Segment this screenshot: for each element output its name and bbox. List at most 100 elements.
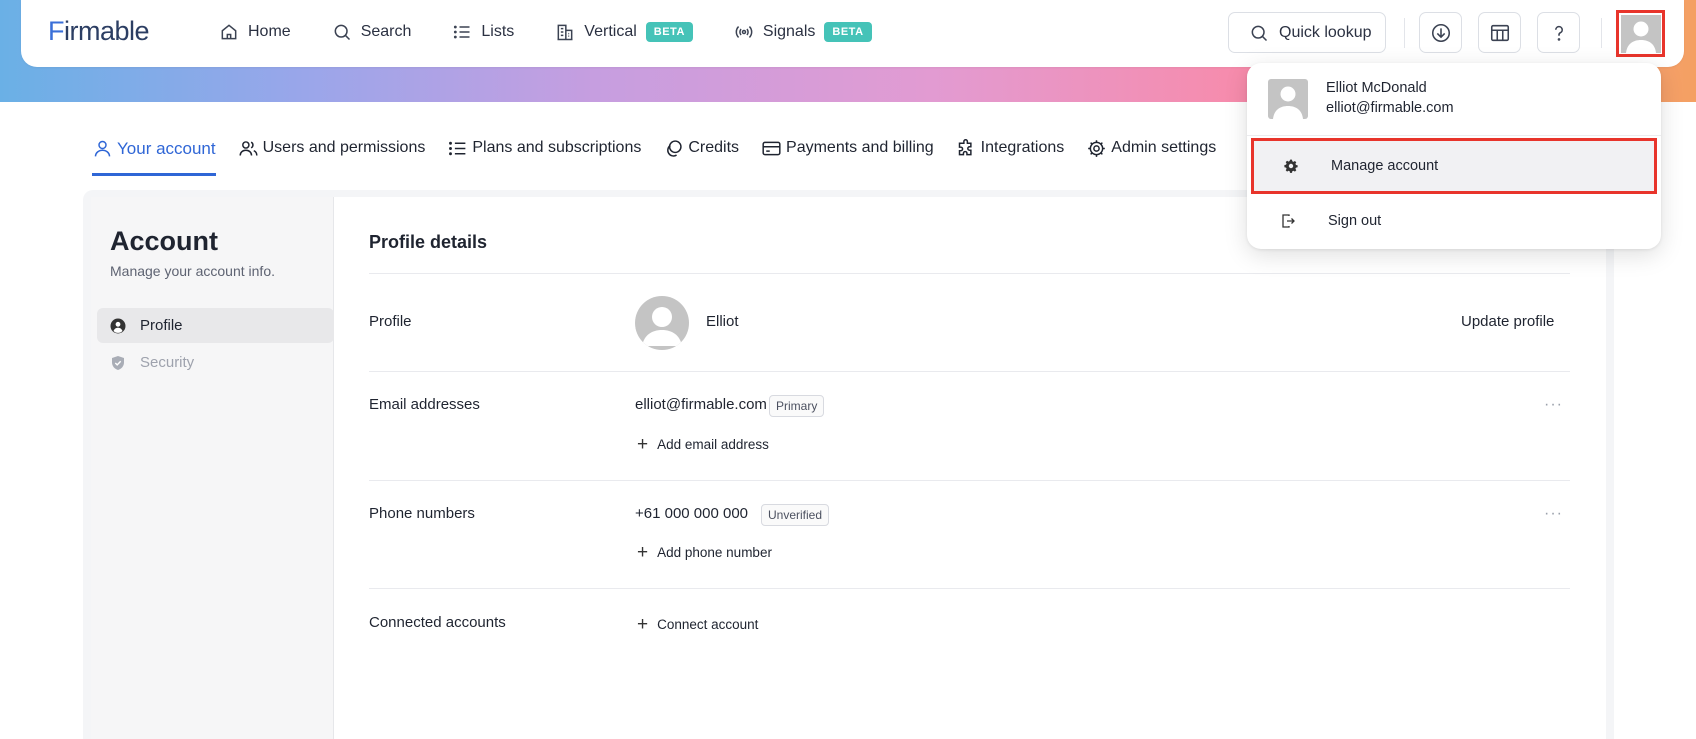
gear-icon — [1284, 159, 1298, 173]
home-icon — [221, 24, 237, 40]
tab-admin-settings[interactable]: Admin settings — [1086, 128, 1216, 176]
tab-users-and-permissions[interactable]: Users and permissions — [238, 128, 426, 176]
plus-icon: + — [637, 542, 649, 563]
avatar-icon — [1273, 86, 1303, 119]
nav-signals[interactable]: Signals BETA — [734, 22, 872, 42]
phone-row-label: Phone numbers — [369, 505, 475, 522]
tab-plans-and-subscriptions[interactable]: Plans and subscriptions — [447, 128, 641, 176]
email-more-menu[interactable]: ··· — [1544, 396, 1563, 414]
sidebar-item-security[interactable]: Security — [97, 345, 334, 380]
list-icon — [449, 141, 466, 156]
phone-value: +61 000 000 000 — [635, 505, 749, 522]
profile-content — [334, 197, 1606, 739]
connect-account-label: Connect account — [657, 617, 759, 632]
nav-search[interactable]: Search — [332, 22, 412, 42]
sidebar-item-label: Profile — [140, 317, 183, 334]
top-navigation-bar: Firmable Home Search Lists Vertical BETA… — [21, 0, 1684, 67]
search-icon — [334, 24, 350, 41]
shield-icon — [112, 355, 124, 370]
divider — [369, 273, 1570, 274]
divider — [1247, 135, 1661, 136]
table-settings-button[interactable] — [1478, 12, 1521, 53]
quick-lookup-button[interactable]: Quick lookup — [1228, 12, 1386, 53]
table-icon — [1490, 24, 1509, 41]
user-icon — [94, 140, 111, 157]
beta-badge: BETA — [645, 22, 693, 42]
account-tabs: Your account Users and permissions Plans… — [92, 128, 1238, 176]
divider — [369, 588, 1570, 589]
gear-icon — [1088, 140, 1106, 157]
users-icon — [239, 141, 258, 156]
account-subtitle: Manage your account info. — [110, 263, 275, 279]
tab-label: Admin settings — [1111, 139, 1217, 156]
primary-badge: Primary — [769, 395, 825, 417]
divider — [369, 371, 1570, 372]
plus-icon: + — [637, 434, 649, 455]
connected-row-label: Connected accounts — [369, 614, 506, 631]
coins-icon — [667, 140, 683, 157]
nav-search-label: Search — [360, 23, 412, 40]
list-icon — [454, 25, 470, 39]
sign-out-label: Sign out — [1328, 213, 1382, 229]
phone-more-menu[interactable]: ··· — [1544, 505, 1563, 523]
dropdown-user-name: Elliot McDonald — [1326, 80, 1427, 96]
nav-home[interactable]: Home — [219, 22, 291, 42]
user-menu-dropdown: Elliot McDonald elliot@firmable.com Mana… — [1247, 63, 1661, 249]
search-icon — [1251, 25, 1268, 41]
question-icon — [1554, 25, 1563, 41]
tab-payments-and-billing[interactable]: Payments and billing — [761, 128, 934, 176]
profile-avatar — [635, 296, 689, 350]
help-button[interactable] — [1537, 12, 1580, 53]
nav-home-label: Home — [248, 23, 291, 40]
tab-label: Credits — [688, 139, 740, 156]
connect-account-link[interactable]: + Connect account — [637, 615, 758, 634]
dropdown-user-email: elliot@firmable.com — [1326, 100, 1454, 116]
sign-out-menu-item[interactable]: Sign out — [1247, 193, 1661, 249]
user-avatar-button[interactable] — [1616, 10, 1665, 57]
email-value: elliot@firmable.com — [635, 396, 767, 413]
tab-label: Integrations — [980, 139, 1065, 156]
nav-signals-label: Signals — [762, 23, 816, 40]
add-email-link[interactable]: + Add email address — [637, 435, 769, 454]
tab-label: Payments and billing — [786, 139, 934, 156]
tab-label: Users and permissions — [262, 139, 426, 156]
puzzle-icon — [958, 139, 972, 156]
add-phone-label: Add phone number — [657, 545, 772, 560]
dropdown-avatar — [1268, 79, 1308, 119]
sign-out-icon — [1282, 214, 1295, 228]
firmable-logo[interactable]: Firmable — [48, 16, 150, 47]
update-profile-link[interactable]: Update profile — [1461, 313, 1554, 330]
sidebar-item-label: Security — [140, 354, 195, 371]
downloads-button[interactable] — [1419, 12, 1462, 53]
quick-lookup-label: Quick lookup — [1279, 23, 1372, 41]
tab-credits[interactable]: Credits — [663, 128, 739, 176]
building-icon — [557, 24, 573, 41]
account-title: Account — [110, 226, 218, 256]
plus-icon: + — [637, 614, 649, 635]
avatar-icon — [1620, 14, 1661, 53]
add-phone-link[interactable]: + Add phone number — [637, 543, 772, 562]
user-circle-icon — [110, 318, 126, 333]
signal-icon — [735, 26, 753, 38]
main-nav: Home Search Lists Vertical BETA Signals … — [219, 0, 913, 64]
divider — [369, 480, 1570, 481]
nav-lists[interactable]: Lists — [452, 22, 514, 42]
download-circle-icon — [1431, 23, 1450, 42]
toolbar-divider — [1404, 18, 1405, 48]
tab-your-account[interactable]: Your account — [92, 128, 216, 176]
nav-lists-label: Lists — [481, 23, 515, 40]
add-email-label: Add email address — [657, 437, 769, 452]
credit-card-icon — [762, 141, 781, 156]
avatar-icon — [642, 307, 682, 346]
toolbar-divider — [1601, 18, 1602, 48]
nav-vertical-label: Vertical — [584, 23, 637, 40]
manage-account-label: Manage account — [1331, 158, 1439, 174]
nav-vertical[interactable]: Vertical BETA — [555, 22, 693, 42]
manage-account-menu-item[interactable]: Manage account — [1251, 138, 1657, 194]
email-row-label: Email addresses — [369, 396, 480, 413]
tab-integrations[interactable]: Integrations — [956, 128, 1065, 176]
tab-label: Your account — [117, 139, 216, 158]
profile-details-heading: Profile details — [369, 232, 488, 252]
tab-label: Plans and subscriptions — [472, 139, 642, 156]
sidebar-item-profile[interactable]: Profile — [97, 308, 334, 343]
